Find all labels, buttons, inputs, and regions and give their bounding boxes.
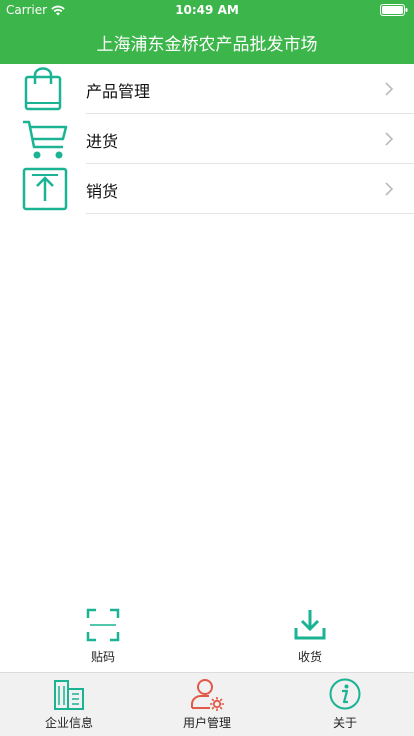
menu-item-label: 产品管理 [86, 82, 151, 101]
tab-about[interactable]: 关于 [276, 677, 414, 735]
chevron-right-icon [385, 132, 394, 146]
chevron-right-icon [385, 182, 394, 196]
receive-goods-label: 收货 [297, 650, 322, 664]
tab-label: 企业信息 [44, 716, 93, 730]
download-tray-icon [294, 610, 326, 640]
menu-item-sales[interactable]: 销货 [0, 164, 414, 214]
buildings-icon [54, 680, 84, 710]
battery-icon [380, 4, 408, 19]
user-settings-icon [191, 679, 224, 711]
menu-item-label: 销货 [86, 182, 119, 201]
tab-label: 用户管理 [182, 716, 231, 730]
scan-code-button[interactable]: 贴码 [63, 608, 143, 668]
shopping-cart-icon [23, 120, 68, 159]
menu-item-purchase[interactable]: 进货 [0, 114, 414, 164]
clock: 10:49 AM [175, 3, 239, 17]
scan-frame-icon [86, 608, 120, 642]
tab-company-info[interactable]: 企业信息 [0, 677, 138, 735]
status-bar: Carrier 10:49 AM [0, 0, 414, 20]
tab-label: 关于 [332, 716, 357, 730]
page-title: 上海浦东金桥农产品批发市场 [96, 34, 318, 55]
receive-goods-button[interactable]: 收货 [270, 608, 350, 668]
tab-bar: 企业信息 用户管理 关于 [0, 672, 414, 736]
nav-bar: 上海浦东金桥农产品批发市场 [0, 20, 414, 64]
tab-user-management[interactable]: 用户管理 [138, 677, 276, 735]
upload-icon [22, 167, 68, 211]
shopping-bag-icon [24, 67, 62, 111]
scan-code-label: 贴码 [90, 650, 115, 664]
menu-item-label: 进货 [86, 132, 119, 151]
menu-item-product-management[interactable]: 产品管理 [0, 64, 414, 114]
divider [86, 213, 414, 214]
chevron-right-icon [385, 82, 394, 96]
info-icon [329, 678, 361, 710]
